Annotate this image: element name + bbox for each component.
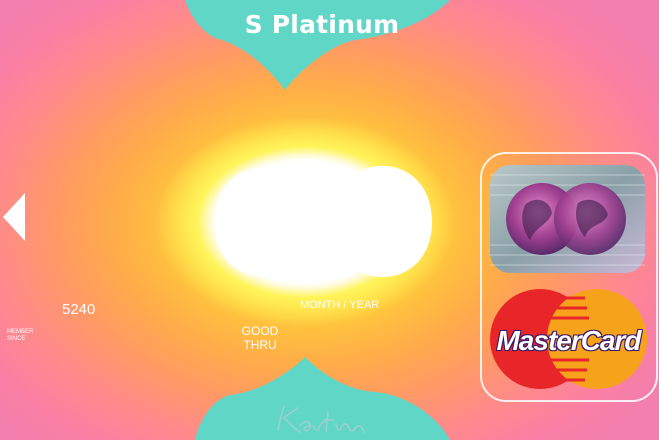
hologram-globe-icon: [490, 165, 645, 273]
good-thru-line2: THRU: [243, 338, 277, 352]
card-brand-name: S Platinum: [244, 10, 400, 39]
left-arrow-icon: [3, 193, 25, 241]
member-since-line1: MEMBER: [7, 329, 34, 335]
credit-card: S Platinum 5240 MEMBER SINCE GOOD THRU M…: [0, 0, 659, 440]
good-thru-label: GOOD THRU: [240, 324, 280, 352]
month-year-label: MONTH / YEAR: [300, 299, 380, 311]
mastercard-wordmark: MasterCard: [496, 325, 641, 356]
member-since-label: MEMBER SINCE: [7, 329, 47, 343]
signature: [277, 405, 365, 433]
account-prefix: 5240: [62, 301, 96, 318]
good-thru-line1: GOOD: [241, 324, 279, 338]
center-white-glow: [215, 165, 432, 278]
member-since-line2: SINCE: [7, 336, 26, 342]
